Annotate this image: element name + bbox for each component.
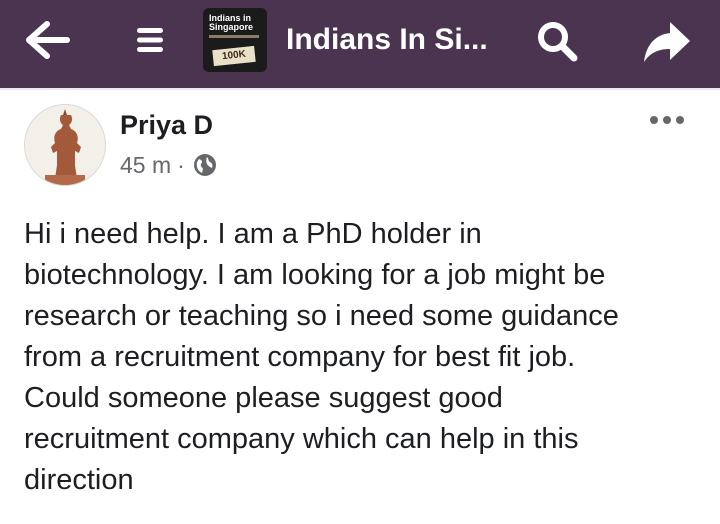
globe-icon (193, 154, 216, 176)
more-horizontal-icon (650, 116, 684, 124)
post-options-button[interactable] (646, 108, 688, 132)
post-text-line: Hi i need help. I am a PhD holder in (24, 218, 482, 250)
group-title[interactable]: Indians In Si... (286, 22, 488, 58)
share-icon (644, 22, 690, 62)
group-logo-badge: 100K (212, 45, 256, 67)
post-text-line: Could someone please suggest good (24, 382, 503, 414)
post-text-line: from a recruitment company for best fit … (24, 341, 576, 373)
post-text-line: biotechnology. I am looking for a job mi… (24, 259, 606, 291)
group-logo-text: Indians in Singapore (209, 13, 254, 32)
back-button[interactable] (22, 18, 74, 62)
post-text-line: recruitment company which can help in th… (24, 423, 579, 455)
top-app-bar: Indians in Singapore 100K Indians In Si.… (0, 0, 720, 88)
search-button[interactable] (531, 16, 583, 66)
statue-avatar-image (25, 105, 105, 185)
search-icon (538, 22, 578, 62)
menu-icon (137, 28, 163, 52)
avatar[interactable] (24, 104, 106, 186)
meta-separator: · (177, 152, 185, 178)
post-body: Hi i need help. I am a PhD holder in bio… (24, 214, 694, 501)
menu-button[interactable] (128, 20, 172, 60)
group-logo-stripe (209, 35, 259, 38)
post-text-line: direction (24, 464, 134, 496)
post-author-name[interactable]: Priya D (120, 108, 213, 142)
header-divider (0, 88, 720, 90)
post-timestamp[interactable]: 45 m (120, 150, 171, 180)
group-logo[interactable]: Indians in Singapore 100K (203, 8, 267, 72)
arrow-left-icon (26, 21, 70, 59)
post-text-line: research or teaching so i need some guid… (24, 300, 619, 332)
share-button[interactable] (638, 16, 696, 68)
post-meta: 45 m · (120, 150, 217, 180)
